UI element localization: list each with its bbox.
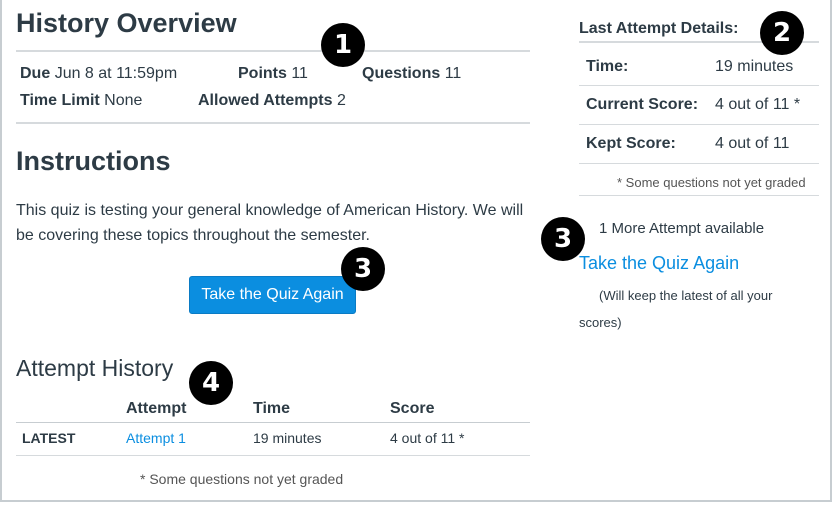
attempt-history-title: Attempt History	[16, 355, 174, 381]
keep-scores-note: (Will keep the latest of all your scores…	[579, 288, 773, 330]
sidebar-footnote: * Some questions not yet graded	[617, 175, 806, 190]
questions-label: Questions	[362, 65, 441, 82]
more-attempts-text: 1 More Attempt available	[599, 220, 765, 237]
divider	[579, 195, 819, 196]
questions: Questions 11	[362, 65, 461, 83]
questions-value: 11	[444, 65, 462, 82]
callout-badge-1: 1	[321, 23, 365, 67]
row-score: 4 out of 11 *	[390, 430, 465, 446]
time-value: 19 minutes	[715, 58, 794, 75]
time-limit: Time Limit None	[20, 92, 142, 110]
current-score-label: Current Score:	[586, 96, 699, 113]
time-label: Time:	[586, 58, 629, 75]
row-time: 19 minutes	[253, 430, 322, 446]
divider	[16, 455, 530, 456]
take-quiz-again-button[interactable]: Take the Quiz Again	[189, 276, 356, 314]
divider	[16, 122, 530, 124]
column-header-score: Score	[390, 400, 435, 417]
points: Points 11	[238, 65, 308, 83]
instructions-title: Instructions	[16, 146, 171, 176]
instructions-text: This quiz is testing your general knowle…	[16, 202, 524, 244]
history-footnote: * Some questions not yet graded	[140, 471, 344, 487]
row-tag: LATEST	[22, 430, 76, 446]
callout-badge-4: 4	[189, 361, 233, 405]
take-quiz-again-link[interactable]: Take the Quiz Again	[579, 253, 739, 274]
allowed-attempts-value: 2	[336, 92, 346, 109]
allowed-attempts-label: Allowed Attempts	[198, 92, 333, 109]
page-title: History Overview	[16, 8, 237, 38]
time-limit-value: None	[104, 92, 143, 109]
allowed-attempts: Allowed Attempts 2	[198, 92, 346, 110]
points-value: 11	[291, 65, 308, 82]
attempt-link[interactable]: Attempt 1	[126, 430, 186, 446]
divider	[579, 85, 819, 86]
divider	[16, 50, 530, 52]
last-attempt-title: Last Attempt Details:	[579, 20, 739, 37]
kept-score-value: 4 out of 11	[715, 135, 790, 152]
callout-badge-3-sidebar: 3	[541, 217, 585, 261]
kept-score-label: Kept Score:	[586, 135, 676, 152]
divider	[579, 163, 819, 164]
time-limit-label: Time Limit	[20, 92, 100, 109]
callout-badge-2: 2	[760, 11, 804, 55]
column-header-attempt: Attempt	[126, 400, 187, 417]
callout-badge-3-button: 3	[341, 247, 385, 291]
column-header-time: Time	[253, 400, 291, 417]
due-date: Due Jun 8 at 11:59pm	[20, 65, 177, 83]
due-value: Jun 8 at 11:59pm	[54, 65, 178, 82]
due-label: Due	[20, 65, 51, 82]
current-score-value: 4 out of 11 *	[715, 96, 801, 113]
table-header-divider	[16, 422, 530, 423]
divider	[579, 124, 819, 125]
points-label: Points	[238, 65, 287, 82]
